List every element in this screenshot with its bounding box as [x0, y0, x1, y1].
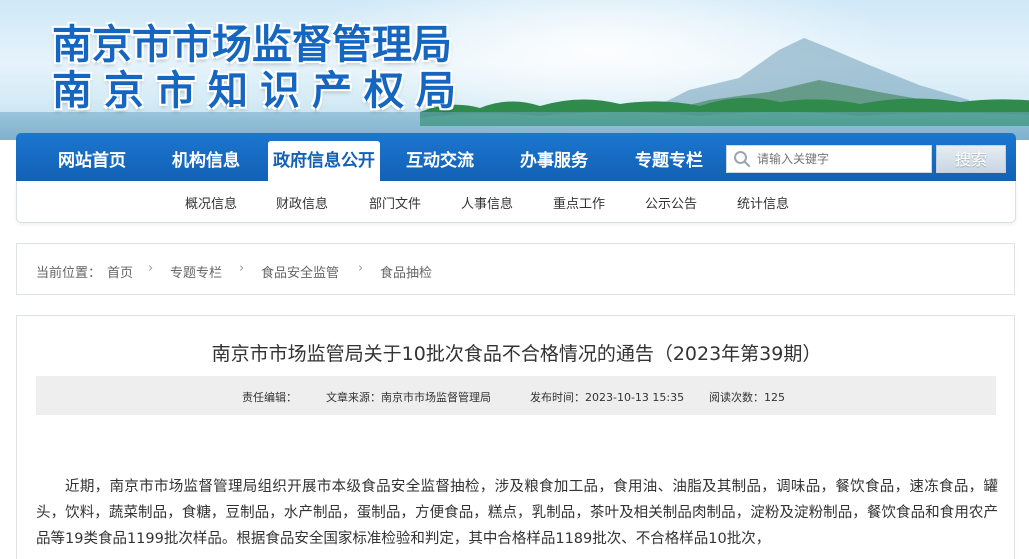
breadcrumb-food-safety[interactable]: 食品安全监管 — [261, 262, 339, 281]
article-date: 发布时间：2023-10-13 15:35 — [530, 391, 685, 404]
sub-nav-personnel[interactable]: 人事信息 — [461, 193, 513, 212]
breadcrumb-prefix: 当前位置： — [36, 266, 102, 281]
nav-item-topics[interactable]: 专题专栏 — [621, 141, 717, 181]
nav-item-gov-info[interactable]: 政府信息公开 — [268, 141, 380, 181]
article-title: 南京市市场监管局关于10批次食品不合格情况的通告（2023年第39期） — [211, 343, 822, 365]
article-body: 近期，南京市市场监督管理局组织开展市本级食品安全监督抽检，涉及粮食加工品，食用油… — [36, 479, 998, 547]
sub-nav-statistics[interactable]: 统计信息 — [737, 193, 789, 212]
nav-item-institution[interactable]: 机构信息 — [158, 141, 254, 181]
sub-nav-finance[interactable]: 财政信息 — [276, 193, 328, 212]
article-views: 阅读次数：125 — [709, 391, 785, 404]
sub-nav-bar: 概况信息 财政信息 部门文件 人事信息 重点工作 公示公告 统计信息 — [16, 181, 1016, 223]
nav-item-interaction[interactable]: 互动交流 — [392, 141, 488, 181]
breadcrumb-food-inspection[interactable]: 食品抽检 — [380, 262, 432, 281]
article-panel: 南京市市场监管局关于10批次食品不合格情况的通告（2023年第39期） 责任编辑… — [16, 315, 1015, 559]
article-source: 文章来源：南京市市场监督管理局 — [326, 391, 491, 404]
main-nav-bar: 网站首页 机构信息 政府信息公开 互动交流 办事服务 专题专栏 搜索 — [16, 133, 1016, 181]
nav-item-home[interactable]: 网站首页 — [44, 141, 140, 181]
breadcrumb-topics[interactable]: 专题专栏 — [170, 262, 222, 281]
sub-nav-key-work[interactable]: 重点工作 — [553, 193, 605, 212]
search-button-label: 搜索 — [954, 150, 987, 169]
navigation: 网站首页 机构信息 政府信息公开 互动交流 办事服务 专题专栏 搜索 概况信息 … — [16, 133, 1016, 223]
search-box — [726, 145, 932, 173]
sub-nav-announcements[interactable]: 公示公告 — [645, 193, 697, 212]
breadcrumb-separator: › — [239, 261, 245, 276]
search-button[interactable]: 搜索 — [936, 145, 1006, 173]
breadcrumb-separator: › — [148, 261, 154, 276]
article-meta-bar: 责任编辑： 文章来源：南京市市场监督管理局 发布时间：2023-10-13 15… — [36, 376, 996, 415]
nav-item-services[interactable]: 办事服务 — [506, 141, 602, 181]
breadcrumb-home[interactable]: 首页 — [107, 262, 133, 281]
article-editor: 责任编辑： — [242, 391, 297, 404]
breadcrumb-separator: › — [358, 261, 364, 276]
search-icon — [734, 151, 751, 168]
sub-nav-documents[interactable]: 部门文件 — [369, 193, 421, 212]
header-banner: 南京市市场监督管理局 南京市知识产权局 — [0, 0, 1029, 140]
site-title-secondary: 南京市知识产权局 — [52, 67, 468, 114]
breadcrumb: 当前位置： 首页 › 专题专栏 › 食品安全监管 › 食品抽检 — [16, 243, 1015, 295]
search-input[interactable] — [757, 148, 927, 170]
sub-nav-overview[interactable]: 概况信息 — [185, 193, 237, 212]
